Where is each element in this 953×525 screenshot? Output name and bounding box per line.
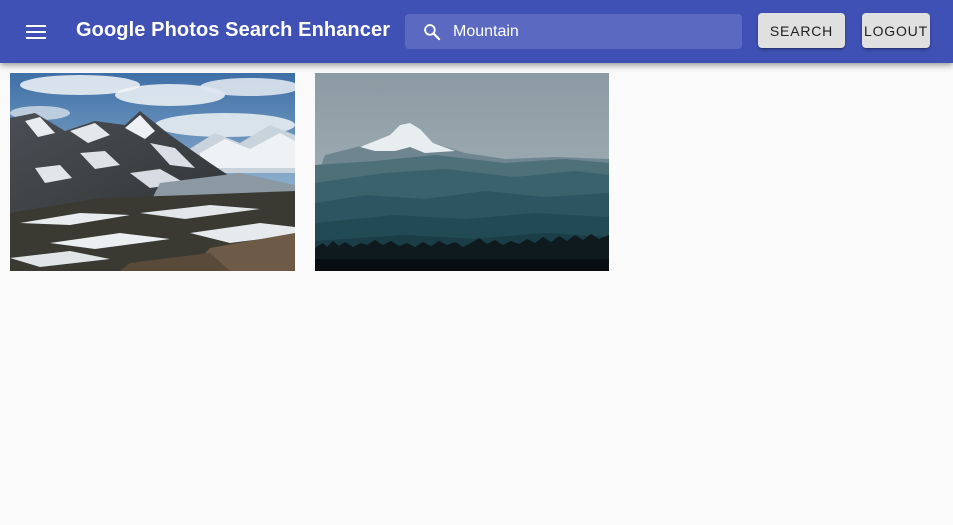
result-photo-snowy-ridge[interactable]: [10, 73, 295, 271]
menu-button[interactable]: [20, 17, 52, 47]
menu-icon: [26, 25, 46, 39]
app-bar: Google Photos Search Enhancer SEARCH LOG…: [0, 0, 953, 63]
mountain-photo-image: [315, 73, 609, 271]
search-input[interactable]: [453, 14, 733, 49]
search-box[interactable]: [405, 14, 742, 49]
logout-button[interactable]: LOGOUT: [862, 13, 930, 48]
search-button[interactable]: SEARCH: [758, 13, 845, 48]
app-title: Google Photos Search Enhancer: [76, 19, 391, 41]
mountain-photo-image: [10, 73, 295, 271]
result-photo-snow-capped-peak[interactable]: [315, 73, 609, 271]
search-icon: [424, 24, 441, 41]
